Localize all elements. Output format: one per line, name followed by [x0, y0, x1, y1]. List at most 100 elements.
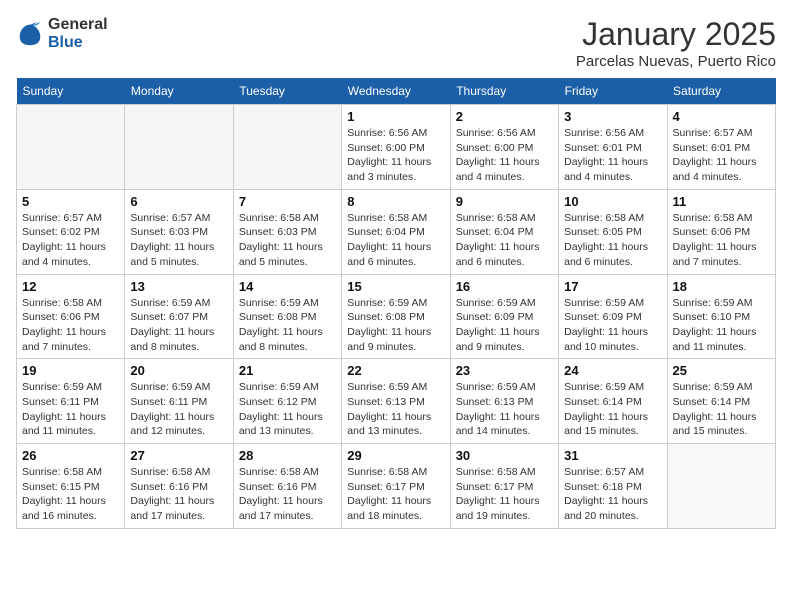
day-info: Sunrise: 6:58 AM Sunset: 6:05 PM Dayligh… — [564, 211, 661, 270]
day-info: Sunrise: 6:57 AM Sunset: 6:01 PM Dayligh… — [673, 126, 770, 185]
day-number: 17 — [564, 279, 661, 294]
calendar-cell: 26Sunrise: 6:58 AM Sunset: 6:15 PM Dayli… — [17, 444, 125, 529]
calendar-cell: 3 Sunrise: 6:56 AM Sunset: 6:01 PM Daylig… — [559, 105, 667, 190]
calendar-cell: 4 Sunrise: 6:57 AM Sunset: 6:01 PM Daylig… — [667, 105, 775, 190]
week-row-5: 26Sunrise: 6:58 AM Sunset: 6:15 PM Dayli… — [17, 444, 776, 529]
day-number: 19 — [22, 363, 119, 378]
calendar-cell: 2Sunrise: 6:56 AM Sunset: 6:00 PM Daylig… — [450, 105, 558, 190]
calendar-cell: 22 Sunrise: 6:59 AM Sunset: 6:13 PM Dayli… — [342, 359, 450, 444]
calendar-cell: 20 Sunrise: 6:59 AM Sunset: 6:11 PM Dayli… — [125, 359, 233, 444]
day-number: 29 — [347, 448, 444, 463]
day-info: Sunrise: 6:59 AM Sunset: 6:11 PM Dayligh… — [130, 380, 227, 439]
calendar-cell: 12Sunrise: 6:58 AM Sunset: 6:06 PM Dayli… — [17, 274, 125, 359]
day-info: Sunrise: 6:59 AM Sunset: 6:08 PM Dayligh… — [239, 296, 336, 355]
logo: General Blue — [16, 16, 108, 51]
day-number: 3 — [564, 109, 661, 124]
header: General Blue January 2025 Parcelas Nueva… — [16, 16, 776, 70]
day-info: Sunrise: 6:56 AM Sunset: 6:01 PM Dayligh… — [564, 126, 661, 185]
logo-bird-icon — [16, 20, 44, 48]
calendar-cell: 18 Sunrise: 6:59 AM Sunset: 6:10 PM Dayli… — [667, 274, 775, 359]
calendar-cell: 9 Sunrise: 6:58 AM Sunset: 6:04 PM Daylig… — [450, 189, 558, 274]
calendar-table: SundayMondayTuesdayWednesdayThursdayFrid… — [16, 78, 776, 529]
day-info: Sunrise: 6:58 AM Sunset: 6:17 PM Dayligh… — [347, 465, 444, 524]
calendar-subtitle: Parcelas Nuevas, Puerto Rico — [576, 53, 776, 70]
calendar-cell: 1Sunrise: 6:56 AM Sunset: 6:00 PM Daylig… — [342, 105, 450, 190]
title-area: January 2025 Parcelas Nuevas, Puerto Ric… — [576, 16, 776, 70]
calendar-cell: 19 Sunrise: 6:59 AM Sunset: 6:11 PM Dayli… — [17, 359, 125, 444]
day-info: Sunrise: 6:56 AM Sunset: 6:00 PM Dayligh… — [456, 126, 553, 185]
weekday-header-tuesday: Tuesday — [233, 78, 341, 105]
weekday-header-monday: Monday — [125, 78, 233, 105]
day-number: 11 — [673, 194, 770, 209]
weekday-header-wednesday: Wednesday — [342, 78, 450, 105]
day-number: 5 — [22, 194, 119, 209]
day-number: 24 — [564, 363, 661, 378]
day-number: 30 — [456, 448, 553, 463]
calendar-cell: 7 Sunrise: 6:58 AM Sunset: 6:03 PM Daylig… — [233, 189, 341, 274]
day-number: 25 — [673, 363, 770, 378]
day-info: Sunrise: 6:59 AM Sunset: 6:09 PM Dayligh… — [564, 296, 661, 355]
day-number: 9 — [456, 194, 553, 209]
weekday-header-sunday: Sunday — [17, 78, 125, 105]
week-row-2: 5 Sunrise: 6:57 AM Sunset: 6:02 PM Daylig… — [17, 189, 776, 274]
day-info: Sunrise: 6:58 AM Sunset: 6:03 PM Dayligh… — [239, 211, 336, 270]
day-info: Sunrise: 6:57 AM Sunset: 6:18 PM Dayligh… — [564, 465, 661, 524]
day-info: Sunrise: 6:59 AM Sunset: 6:10 PM Dayligh… — [673, 296, 770, 355]
day-info: Sunrise: 6:59 AM Sunset: 6:14 PM Dayligh… — [564, 380, 661, 439]
calendar-cell: 31Sunrise: 6:57 AM Sunset: 6:18 PM Dayli… — [559, 444, 667, 529]
day-info: Sunrise: 6:57 AM Sunset: 6:03 PM Dayligh… — [130, 211, 227, 270]
calendar-cell — [233, 105, 341, 190]
day-info: Sunrise: 6:58 AM Sunset: 6:16 PM Dayligh… — [239, 465, 336, 524]
day-number: 20 — [130, 363, 227, 378]
calendar-title: January 2025 — [576, 16, 776, 53]
weekday-header-thursday: Thursday — [450, 78, 558, 105]
day-number: 16 — [456, 279, 553, 294]
weekday-header-friday: Friday — [559, 78, 667, 105]
calendar-cell: 24 Sunrise: 6:59 AM Sunset: 6:14 PM Dayli… — [559, 359, 667, 444]
day-number: 22 — [347, 363, 444, 378]
day-info: Sunrise: 6:56 AM Sunset: 6:00 PM Dayligh… — [347, 126, 444, 185]
day-info: Sunrise: 6:58 AM Sunset: 6:06 PM Dayligh… — [22, 296, 119, 355]
day-info: Sunrise: 6:58 AM Sunset: 6:17 PM Dayligh… — [456, 465, 553, 524]
logo-text: General Blue — [48, 16, 108, 51]
calendar-cell: 16Sunrise: 6:59 AM Sunset: 6:09 PM Dayli… — [450, 274, 558, 359]
day-number: 7 — [239, 194, 336, 209]
calendar-cell: 5 Sunrise: 6:57 AM Sunset: 6:02 PM Daylig… — [17, 189, 125, 274]
week-row-4: 19 Sunrise: 6:59 AM Sunset: 6:11 PM Dayli… — [17, 359, 776, 444]
day-info: Sunrise: 6:58 AM Sunset: 6:06 PM Dayligh… — [673, 211, 770, 270]
day-number: 10 — [564, 194, 661, 209]
calendar-cell: 23Sunrise: 6:59 AM Sunset: 6:13 PM Dayli… — [450, 359, 558, 444]
day-number: 8 — [347, 194, 444, 209]
week-row-1: 1Sunrise: 6:56 AM Sunset: 6:00 PM Daylig… — [17, 105, 776, 190]
day-number: 4 — [673, 109, 770, 124]
day-info: Sunrise: 6:57 AM Sunset: 6:02 PM Dayligh… — [22, 211, 119, 270]
calendar-cell: 6 Sunrise: 6:57 AM Sunset: 6:03 PM Daylig… — [125, 189, 233, 274]
day-number: 13 — [130, 279, 227, 294]
calendar-cell: 8 Sunrise: 6:58 AM Sunset: 6:04 PM Daylig… — [342, 189, 450, 274]
calendar-cell: 17 Sunrise: 6:59 AM Sunset: 6:09 PM Dayli… — [559, 274, 667, 359]
day-info: Sunrise: 6:59 AM Sunset: 6:08 PM Dayligh… — [347, 296, 444, 355]
day-number: 6 — [130, 194, 227, 209]
day-number: 18 — [673, 279, 770, 294]
calendar-cell — [667, 444, 775, 529]
day-info: Sunrise: 6:59 AM Sunset: 6:12 PM Dayligh… — [239, 380, 336, 439]
day-info: Sunrise: 6:59 AM Sunset: 6:13 PM Dayligh… — [456, 380, 553, 439]
calendar-cell: 13 Sunrise: 6:59 AM Sunset: 6:07 PM Dayli… — [125, 274, 233, 359]
calendar-cell: 10 Sunrise: 6:58 AM Sunset: 6:05 PM Dayli… — [559, 189, 667, 274]
day-info: Sunrise: 6:58 AM Sunset: 6:16 PM Dayligh… — [130, 465, 227, 524]
day-info: Sunrise: 6:58 AM Sunset: 6:04 PM Dayligh… — [456, 211, 553, 270]
day-info: Sunrise: 6:59 AM Sunset: 6:07 PM Dayligh… — [130, 296, 227, 355]
day-number: 15 — [347, 279, 444, 294]
calendar-cell: 27Sunrise: 6:58 AM Sunset: 6:16 PM Dayli… — [125, 444, 233, 529]
calendar-cell: 30 Sunrise: 6:58 AM Sunset: 6:17 PM Dayli… — [450, 444, 558, 529]
calendar-cell: 15 Sunrise: 6:59 AM Sunset: 6:08 PM Dayli… — [342, 274, 450, 359]
day-info: Sunrise: 6:59 AM Sunset: 6:13 PM Dayligh… — [347, 380, 444, 439]
calendar-cell — [17, 105, 125, 190]
calendar-cell: 28 Sunrise: 6:58 AM Sunset: 6:16 PM Dayli… — [233, 444, 341, 529]
weekday-header-saturday: Saturday — [667, 78, 775, 105]
day-info: Sunrise: 6:58 AM Sunset: 6:04 PM Dayligh… — [347, 211, 444, 270]
calendar-cell: 25Sunrise: 6:59 AM Sunset: 6:14 PM Dayli… — [667, 359, 775, 444]
day-info: Sunrise: 6:59 AM Sunset: 6:11 PM Dayligh… — [22, 380, 119, 439]
day-number: 21 — [239, 363, 336, 378]
day-number: 28 — [239, 448, 336, 463]
